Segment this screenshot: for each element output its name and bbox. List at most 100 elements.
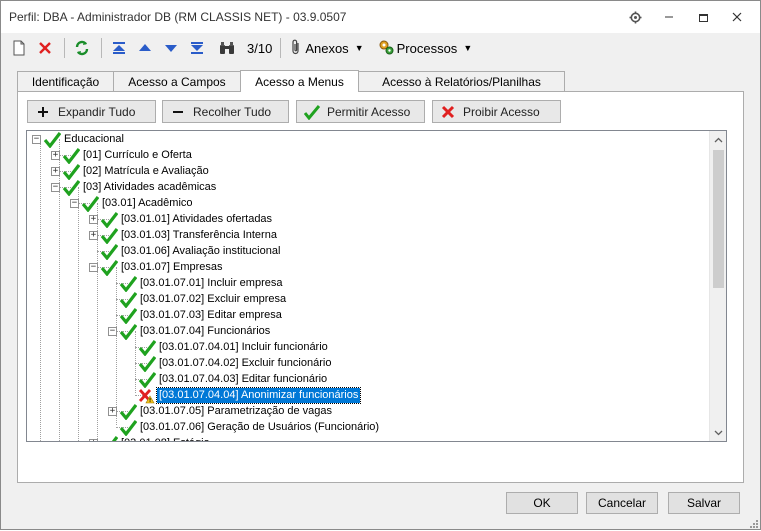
tab-acesso-campos[interactable]: Acesso a Campos xyxy=(113,71,241,92)
tree-node[interactable]: [03.01.07.06] Geração de Usuários (Funci… xyxy=(27,420,707,437)
tree-node-label[interactable]: [03.01.07.02] Excluir empresa xyxy=(138,292,288,307)
access-allowed-icon[interactable] xyxy=(62,164,81,181)
expand-node-icon[interactable]: + xyxy=(51,167,60,176)
delete-icon[interactable] xyxy=(33,36,57,60)
tree-node[interactable]: + [01] Currículo e Oferta xyxy=(27,148,707,165)
tree-node[interactable]: + [03.01.08] Estágio xyxy=(27,436,707,441)
close-icon[interactable] xyxy=(720,5,754,29)
maximize-icon[interactable] xyxy=(686,5,720,29)
access-allowed-icon[interactable] xyxy=(119,276,138,293)
tree-node[interactable]: [03.01.07.04.04] Anonimizar funcionários xyxy=(27,387,707,404)
tree-node[interactable]: [03.01.07.04.02] Excluir funcionário xyxy=(27,356,707,373)
last-record-icon[interactable] xyxy=(185,36,209,60)
tree-node[interactable]: + [02] Matrícula e Avaliação xyxy=(27,164,707,181)
access-allowed-icon[interactable] xyxy=(119,324,138,341)
access-allowed-icon[interactable] xyxy=(138,340,157,357)
tree-node-label[interactable]: [03.01.07.03] Editar empresa xyxy=(138,308,284,323)
access-allowed-icon[interactable] xyxy=(100,260,119,277)
expand-node-icon[interactable]: + xyxy=(89,439,98,441)
tree-node-label[interactable]: [03.01.07.06] Geração de Usuários (Funci… xyxy=(138,420,381,435)
tree-node-label[interactable]: [02] Matrícula e Avaliação xyxy=(81,164,211,179)
access-allowed-icon[interactable] xyxy=(119,420,138,437)
tree-node[interactable]: [03.01.07.02] Excluir empresa xyxy=(27,292,707,309)
access-allowed-icon[interactable] xyxy=(62,148,81,165)
expand-node-icon[interactable]: + xyxy=(89,215,98,224)
access-allowed-icon[interactable] xyxy=(119,308,138,325)
access-allowed-icon[interactable] xyxy=(119,404,138,421)
collapse-node-icon[interactable]: − xyxy=(89,263,98,272)
resize-grip-icon[interactable] xyxy=(748,517,758,528)
chevron-up-icon[interactable] xyxy=(710,131,726,148)
deny-access-button[interactable]: Proibir Acesso xyxy=(432,100,561,123)
anexos-button[interactable]: Anexos ▼ xyxy=(286,36,367,60)
tree-node[interactable]: + [03.01.07.05] Parametrização de vagas xyxy=(27,404,707,421)
access-allowed-icon[interactable] xyxy=(100,436,119,441)
access-allowed-icon[interactable] xyxy=(100,212,119,229)
tree-node[interactable]: − [03.01] Acadêmico xyxy=(27,196,707,213)
tree-node-label[interactable]: [03.01.07.04.02] Excluir funcionário xyxy=(157,356,333,371)
tree-node-label[interactable]: Educacional xyxy=(62,132,126,147)
tree-node[interactable]: [03.01.07.03] Editar empresa xyxy=(27,308,707,325)
tab-identificacao[interactable]: Identificação xyxy=(17,71,114,92)
tree-node-label[interactable]: [03.01.07.04.03] Editar funcionário xyxy=(157,372,329,387)
tree-node[interactable]: [03.01.07.01] Incluir empresa xyxy=(27,276,707,293)
first-record-icon[interactable] xyxy=(107,36,131,60)
tab-acesso-menus[interactable]: Acesso a Menus xyxy=(240,70,359,92)
chevron-down-icon[interactable] xyxy=(710,424,726,441)
tree-node[interactable]: [03.01.07.04.01] Incluir funcionário xyxy=(27,340,707,357)
tree-node[interactable]: − Educacional xyxy=(27,132,707,149)
access-allowed-icon[interactable] xyxy=(119,292,138,309)
collapse-node-icon[interactable]: − xyxy=(70,199,79,208)
ok-button[interactable]: OK xyxy=(506,492,578,514)
access-allowed-icon[interactable] xyxy=(100,244,119,261)
collapse-node-icon[interactable]: − xyxy=(51,183,60,192)
access-allowed-icon[interactable] xyxy=(138,372,157,389)
save-button[interactable]: Salvar xyxy=(668,492,740,514)
access-allowed-icon[interactable] xyxy=(81,196,100,213)
access-allowed-icon[interactable] xyxy=(100,228,119,245)
tab-acesso-relatorios[interactable]: Acesso à Relatórios/Planilhas xyxy=(358,71,565,92)
scrollbar-thumb[interactable] xyxy=(713,150,724,288)
tree-node-label[interactable]: [03.01.07.04] Funcionários xyxy=(138,324,272,339)
tree-node[interactable]: + [03.01.01] Atividades ofertadas xyxy=(27,212,707,229)
tree-node-label[interactable]: [03.01.06] Avaliação institucional xyxy=(119,244,282,259)
tree-node[interactable]: [03.01.07.04.03] Editar funcionário xyxy=(27,372,707,389)
tree-node[interactable]: − [03.01.07.04] Funcionários xyxy=(27,324,707,341)
expand-all-button[interactable]: Expandir Tudo xyxy=(27,100,156,123)
tree-node-label[interactable]: [03.01.07.01] Incluir empresa xyxy=(138,276,284,291)
access-allowed-icon[interactable] xyxy=(138,356,157,373)
processos-button[interactable]: Processos ▼ xyxy=(374,36,477,60)
tree-node-label[interactable]: [01] Currículo e Oferta xyxy=(81,148,194,163)
access-denied-icon[interactable] xyxy=(138,388,156,404)
tree-node-label[interactable]: [03.01.07.04.04] Anonimizar funcionários xyxy=(155,387,362,404)
cancel-button[interactable]: Cancelar xyxy=(586,492,658,514)
expand-node-icon[interactable]: + xyxy=(51,151,60,160)
tree-node[interactable]: [03.01.06] Avaliação institucional xyxy=(27,244,707,261)
menu-access-tree[interactable]: − Educacional + [01] Currículo e Oferta + [02… xyxy=(26,130,727,442)
expand-node-icon[interactable]: + xyxy=(108,407,117,416)
new-document-icon[interactable] xyxy=(7,36,31,60)
collapse-node-icon[interactable]: − xyxy=(32,135,41,144)
tree-node-label[interactable]: [03.01.03] Transferência Interna xyxy=(119,228,279,243)
collapse-all-button[interactable]: Recolher Tudo xyxy=(162,100,289,123)
tree-node-label[interactable]: [03] Atividades acadêmicas xyxy=(81,180,218,195)
tree-node-label[interactable]: [03.01.07.05] Parametrização de vagas xyxy=(138,404,334,419)
expand-node-icon[interactable]: + xyxy=(89,231,98,240)
tree-node-label[interactable]: [03.01.01] Atividades ofertadas xyxy=(119,212,274,227)
tree-node-label[interactable]: [03.01.08] Estágio xyxy=(119,436,212,441)
tree-node[interactable]: − [03] Atividades acadêmicas xyxy=(27,180,707,197)
tree-node-label[interactable]: [03.01.07] Empresas xyxy=(119,260,225,275)
tree-vertical-scrollbar[interactable] xyxy=(709,131,726,441)
tree-node[interactable]: + [03.01.03] Transferência Interna xyxy=(27,228,707,245)
next-record-icon[interactable] xyxy=(159,36,183,60)
access-allowed-icon[interactable] xyxy=(62,180,81,197)
refresh-icon[interactable] xyxy=(70,36,94,60)
binoculars-icon[interactable] xyxy=(215,36,239,60)
previous-record-icon[interactable] xyxy=(133,36,157,60)
gear-icon[interactable] xyxy=(618,5,652,29)
tree-node-label[interactable]: [03.01.07.04.01] Incluir funcionário xyxy=(157,340,330,355)
allow-access-button[interactable]: Permitir Acesso xyxy=(296,100,425,123)
minimize-icon[interactable] xyxy=(652,5,686,29)
collapse-node-icon[interactable]: − xyxy=(108,327,117,336)
tree-node-label[interactable]: [03.01] Acadêmico xyxy=(100,196,195,211)
